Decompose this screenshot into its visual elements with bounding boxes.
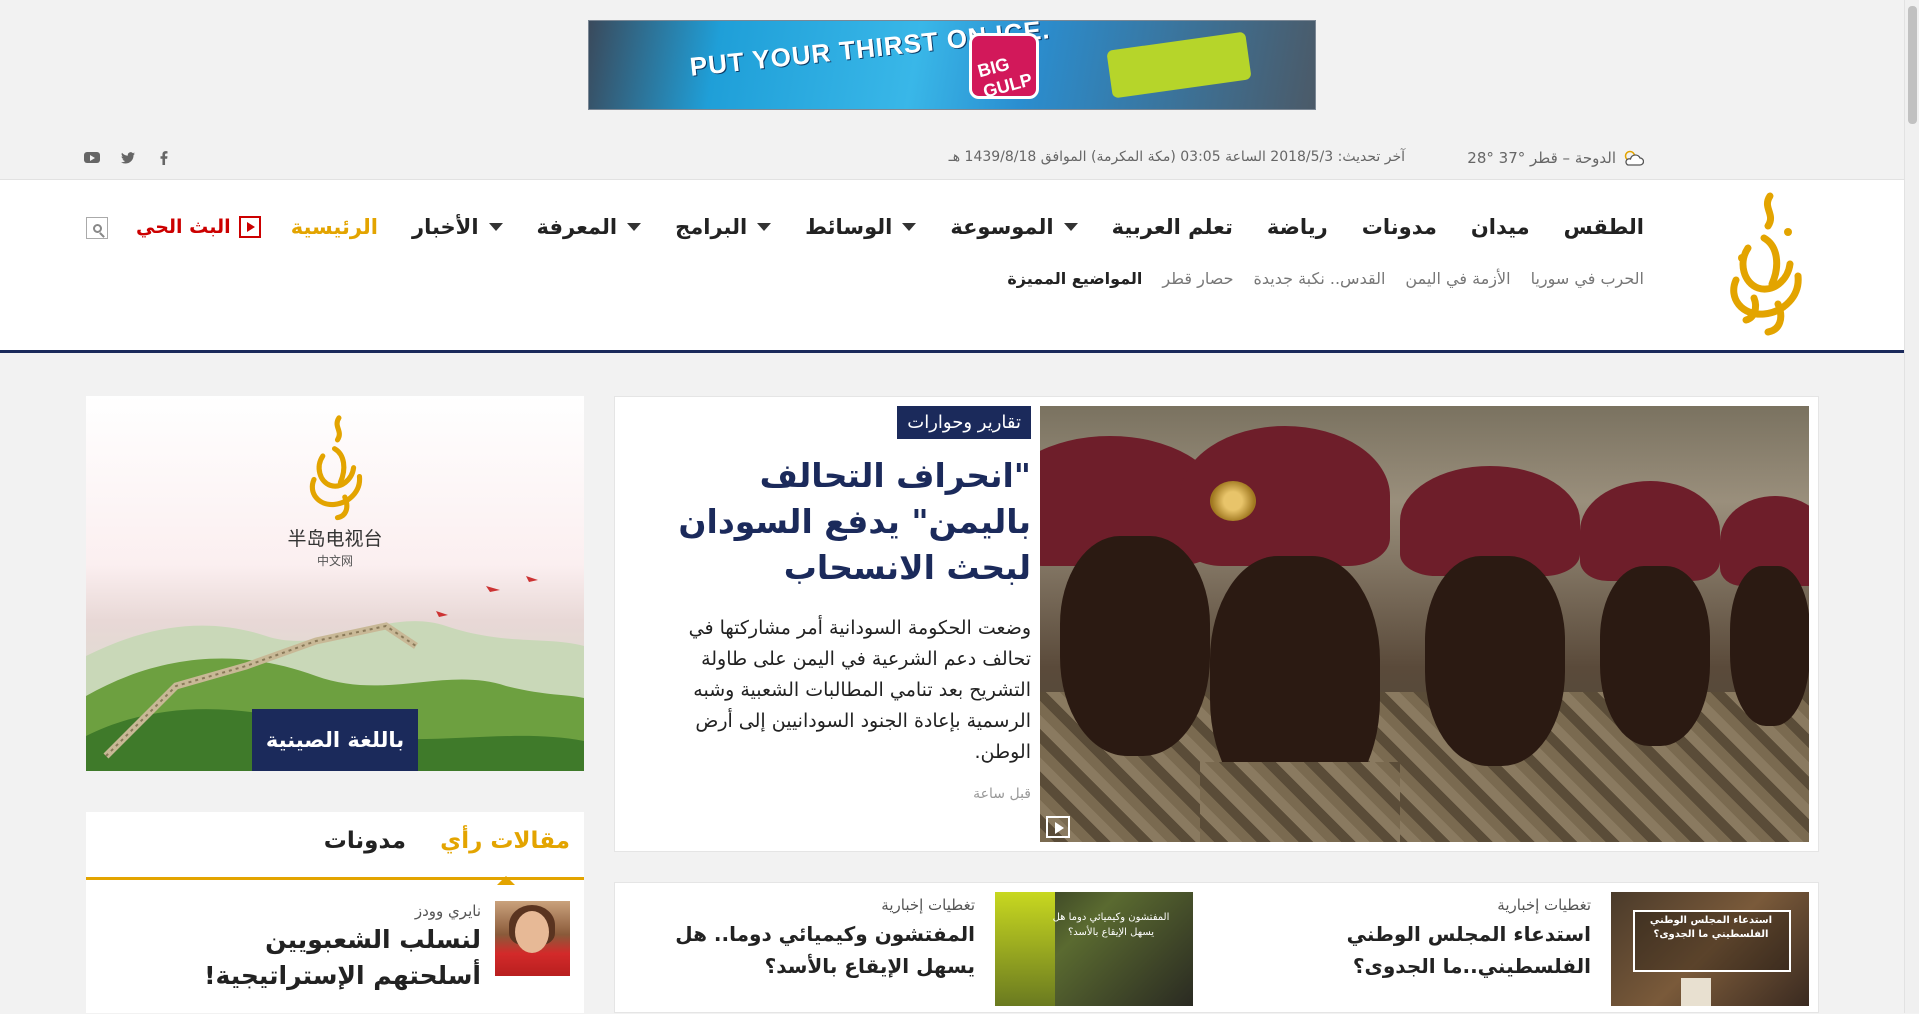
news-card-category[interactable]: تغطيات إخبارية — [881, 896, 975, 914]
hero-image[interactable] — [1040, 406, 1809, 842]
video-play-icon[interactable] — [1046, 816, 1070, 838]
nav-media[interactable]: الوسائط — [805, 215, 917, 239]
nav-home[interactable]: الرئيسية — [291, 215, 378, 239]
featured-topic[interactable]: حصار قطر — [1162, 269, 1233, 288]
face-graphic — [1060, 536, 1210, 756]
caret-down-icon — [757, 223, 772, 231]
ad-cup-graphic: BIG GULP — [969, 33, 1039, 102]
uniform-graphic — [1200, 762, 1400, 842]
hero-story: تقارير وحوارات "انحراف التحالف باليمن" ي… — [614, 396, 1819, 852]
opinion-title[interactable]: لنسلب الشعبويين أسلحتهم الإستراتيجية! — [161, 922, 481, 994]
search-button[interactable] — [86, 217, 108, 239]
main-nav: الرئيسية الأخبار المعرفة البرامج الوسائط… — [291, 215, 1644, 239]
scrollbar-thumb[interactable] — [1908, 6, 1917, 124]
nav-weather[interactable]: الطقس — [1564, 215, 1644, 239]
featured-topic[interactable]: القدس.. نكبة جديدة — [1253, 269, 1385, 288]
news-card-image[interactable]: استدعاء المجلس الوطني الفلسطيني ما الجدو… — [1611, 892, 1809, 1006]
author-avatar[interactable] — [495, 901, 570, 976]
face-graphic — [1730, 566, 1809, 726]
hero-title[interactable]: "انحراف التحالف باليمن" يدفع السودان لبح… — [635, 439, 1031, 591]
ad-cup-text: BIG GULP — [975, 53, 1035, 102]
chinese-site-ad[interactable]: 半岛电视台 中文网 باللغة الصينية — [86, 396, 584, 771]
news-card-category[interactable]: تغطيات إخبارية — [1497, 896, 1591, 914]
page-scrollbar[interactable] — [1904, 0, 1919, 1013]
tab-opinion-articles[interactable]: مقالات رأي — [440, 828, 570, 854]
active-tab-pointer — [497, 876, 515, 885]
image-caption-text: المفتشون وكيميائي دوما هل يسهل الإيقاع ب… — [1052, 912, 1170, 938]
news-card[interactable]: استدعاء المجلس الوطني الفلسطيني ما الجدو… — [1229, 892, 1809, 1014]
news-card-image[interactable]: المفتشون وكيميائي دوما هل يسهل الإيقاع ب… — [995, 892, 1193, 1006]
tab-blogs[interactable]: مدونات — [324, 828, 406, 854]
nav-encyclopedia[interactable]: الموسوعة — [950, 215, 1078, 239]
play-icon — [238, 216, 261, 238]
weather-text: الدوحة – قطر °37 °28 — [1467, 149, 1616, 167]
top-ad-banner[interactable]: PUT YOUR THIRST ON ICE. BIG GULP — [588, 20, 1316, 110]
featured-label: المواضيع المميزة — [1007, 269, 1143, 288]
beret-badge-graphic — [1210, 481, 1256, 521]
chinese-language-button[interactable]: باللغة الصينية — [252, 709, 418, 771]
news-card-title[interactable]: استدعاء المجلس الوطني الفلسطيني..ما الجد… — [1231, 918, 1591, 982]
featured-topics: المواضيع المميزة حصار قطر القدس.. نكبة ج… — [1007, 269, 1644, 288]
caret-down-icon — [1063, 223, 1078, 231]
aljazeera-logo — [296, 412, 376, 522]
opinion-tabs: مقالات رأي مدونات — [86, 812, 584, 880]
opinion-box: مقالات رأي مدونات نايري وودز لنسلب الشعب… — [86, 812, 584, 1013]
face-graphic — [1425, 556, 1565, 766]
flag-graphic — [1681, 978, 1711, 1006]
image-caption-text: استدعاء المجلس الوطني الفلسطيني ما الجدو… — [1649, 915, 1773, 940]
nav-news-label: الأخبار — [412, 215, 479, 239]
caret-down-icon — [488, 223, 503, 231]
news-cards: استدعاء المجلس الوطني الفلسطيني ما الجدو… — [614, 882, 1819, 1013]
featured-topic[interactable]: الأزمة في اليمن — [1405, 269, 1510, 288]
nav-blogs[interactable]: مدونات — [1362, 215, 1437, 239]
live-stream-button[interactable]: البث الحي — [136, 216, 261, 238]
weather-widget: الدوحة – قطر °37 °28 — [1467, 149, 1645, 167]
face-graphic — [1600, 566, 1710, 746]
opinion-author[interactable]: نايري وودز — [415, 902, 481, 920]
nav-media-label: الوسائط — [805, 215, 893, 239]
last-update-text: آخر تحديث: 2018/5/3 الساعة 03:05 (مكة ال… — [948, 149, 1405, 165]
site-header: الرئيسية الأخبار المعرفة البرامج الوسائط… — [0, 180, 1904, 353]
nav-learn-arabic[interactable]: تعلم العربية — [1112, 215, 1233, 239]
aljazeera-logo[interactable] — [1718, 188, 1814, 338]
nav-knowledge[interactable]: المعرفة — [537, 215, 642, 239]
live-label: البث الحي — [136, 216, 231, 238]
top-ad-area: PUT YOUR THIRST ON ICE. BIG GULP — [0, 0, 1904, 137]
search-icon — [92, 223, 102, 233]
caret-down-icon — [902, 223, 917, 231]
nav-knowledge-label: المعرفة — [536, 215, 618, 239]
twitter-icon[interactable] — [120, 150, 136, 166]
nav-programs-label: البرامج — [675, 215, 748, 239]
facebook-icon[interactable] — [156, 150, 172, 166]
avatar-face-graphic — [515, 911, 549, 953]
youtube-icon[interactable] — [84, 152, 100, 163]
nav-news[interactable]: الأخبار — [412, 215, 503, 239]
hero-description: وضعت الحكومة السودانية أمر مشاركتها في ت… — [688, 617, 1031, 763]
hero-text-block: تقارير وحوارات "انحراف التحالف باليمن" ي… — [635, 406, 1031, 802]
caret-down-icon — [627, 223, 642, 231]
news-card-title[interactable]: المفتشون وكيميائي دوما.. هل يسهل الإيقاع… — [615, 918, 975, 982]
info-bar: آخر تحديث: 2018/5/3 الساعة 03:05 (مكة ال… — [0, 137, 1904, 180]
partly-cloudy-icon — [1622, 150, 1645, 166]
ad-decoration — [1106, 31, 1252, 99]
nav-programs[interactable]: البرامج — [675, 215, 772, 239]
social-links — [84, 150, 172, 166]
featured-topic[interactable]: الحرب في سوريا — [1531, 269, 1644, 288]
nav-encyclopedia-label: الموسوعة — [950, 215, 1054, 239]
nav-midan[interactable]: ميدان — [1471, 215, 1530, 239]
hero-timestamp: قبل ساعة — [973, 786, 1031, 802]
hero-category-tag[interactable]: تقارير وحوارات — [897, 406, 1031, 439]
news-card[interactable]: المفتشون وكيميائي دوما هل يسهل الإيقاع ب… — [613, 892, 1193, 1014]
nav-sports[interactable]: رياضة — [1267, 215, 1328, 239]
chinese-site-name: 半岛电视台 — [287, 528, 383, 550]
